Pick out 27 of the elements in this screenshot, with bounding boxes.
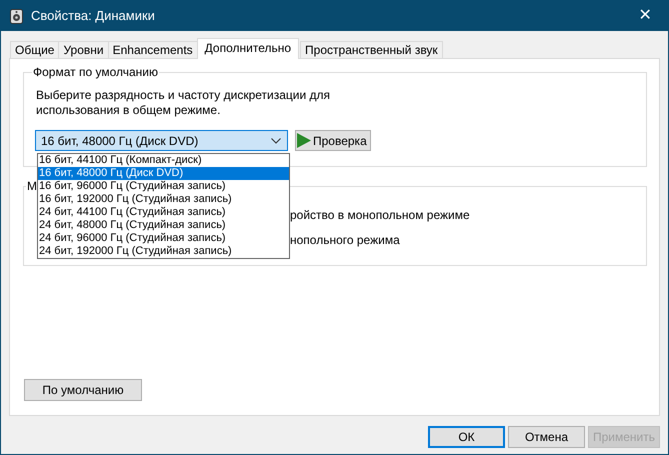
tab[interactable]: Пространственный звук bbox=[300, 41, 443, 59]
tab[interactable]: Общие bbox=[10, 41, 60, 59]
group-label: Формат по умолчанию bbox=[32, 65, 159, 79]
dialog-button[interactable]: Отмена bbox=[508, 426, 585, 448]
test-button[interactable]: Проверка bbox=[295, 130, 371, 151]
dropdown-item[interactable]: 24 бит, 192000 Гц (Студийная запись) bbox=[38, 245, 289, 258]
description-text: Выберите разрядность и частоту дискретизации для использования в общем режиме. bbox=[36, 88, 332, 118]
play-icon bbox=[297, 133, 311, 148]
dropdown-item[interactable]: 24 бит, 48000 Гц (Студийная запись) bbox=[38, 219, 289, 232]
option-text: нопольного режима bbox=[290, 232, 401, 249]
dropdown-item[interactable]: 24 бит, 44100 Гц (Студийная запись) bbox=[38, 206, 289, 219]
dropdown-item[interactable]: 16 бит, 96000 Гц (Студийная запись) bbox=[38, 180, 289, 193]
option-text: ройство в монопольном режиме bbox=[290, 207, 471, 224]
restore-defaults-button[interactable]: По умолчанию bbox=[24, 379, 142, 401]
close-button[interactable]: ✕ bbox=[622, 1, 668, 31]
dropdown-item[interactable]: 24 бит, 96000 Гц (Студийная запись) bbox=[38, 232, 289, 245]
tab[interactable]: Уровни bbox=[58, 41, 109, 59]
chevron-icon bbox=[271, 138, 281, 144]
group-label: М bbox=[26, 179, 38, 193]
dropdown-item[interactable]: 16 бит, 192000 Гц (Студийная запись) bbox=[38, 193, 289, 206]
window-title: Свойства: Динамики bbox=[31, 7, 156, 26]
tab[interactable]: Дополнительно bbox=[196, 38, 300, 59]
dropdown-item[interactable]: 16 бит, 44100 Гц (Компакт-диск) bbox=[38, 154, 289, 167]
dialog-button[interactable]: ОК bbox=[428, 426, 505, 448]
speaker-icon bbox=[10, 8, 23, 24]
dropdown-item[interactable]: 16 бит, 48000 Гц (Диск DVD) bbox=[38, 167, 289, 180]
format-combo[interactable]: 16 бит, 48000 Гц (Диск DVD) bbox=[35, 130, 288, 151]
